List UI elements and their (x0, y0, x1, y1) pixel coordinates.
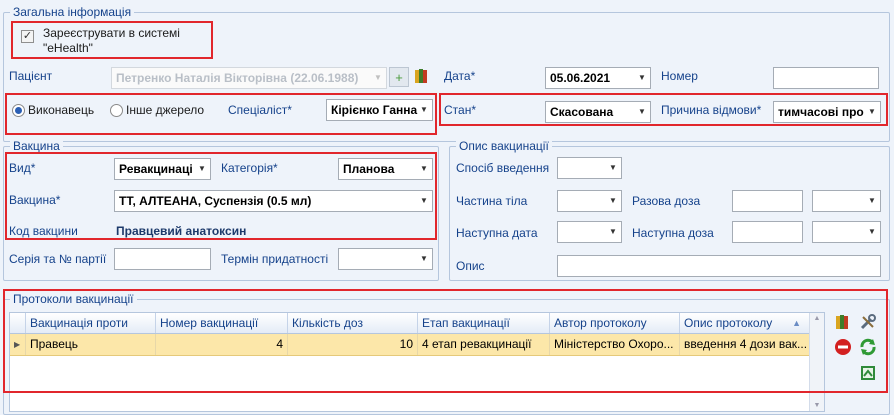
expiry-label: Термін придатності (221, 252, 329, 266)
vaccine-combobox[interactable]: ТТ, АЛТЕАНА, Суспензія (0.5 мл) ▼ (114, 190, 433, 212)
register-ehealth-checkbox[interactable]: ✓ (21, 30, 34, 43)
column-indicator (10, 313, 26, 333)
type-label: Вид* (9, 161, 36, 175)
scroll-up-icon[interactable]: ▲ (810, 315, 824, 322)
category-combobox[interactable]: Планова ▼ (338, 158, 433, 180)
tools-icon[interactable] (858, 313, 878, 333)
chevron-down-icon: ▼ (198, 164, 206, 173)
code-value: Правцевий анатоксин (116, 224, 247, 238)
general-info-legend: Загальна інформація (10, 5, 135, 19)
export-icon[interactable] (858, 364, 878, 384)
chevron-down-icon: ▼ (868, 227, 876, 236)
method-label: Спосіб введення (456, 161, 550, 175)
column-header-vaccination-stage[interactable]: Етап вакцинації (418, 313, 550, 333)
table-cell: Міністерство Охоро... (550, 334, 680, 355)
next-dose-label: Наступна доза (632, 226, 714, 240)
chevron-down-icon: ▼ (420, 105, 428, 114)
single-dose-input[interactable] (732, 190, 803, 212)
next-date-label: Наступна дата (456, 226, 538, 240)
specialist-label: Спеціаліст* (228, 103, 292, 117)
body-part-label: Частина тіла (456, 194, 528, 208)
chevron-down-icon: ▼ (868, 196, 876, 205)
body-part-combobox[interactable]: ▼ (557, 190, 622, 212)
code-label: Код вакцини (9, 224, 78, 238)
chevron-down-icon: ▼ (609, 163, 617, 172)
reject-reason-combobox[interactable]: тимчасові про ▼ (773, 101, 881, 123)
chevron-down-icon: ▼ (868, 107, 876, 116)
description-legend: Опис вакцинації (456, 139, 552, 153)
column-header-dose-count[interactable]: Кількість доз (288, 313, 418, 333)
expiry-picker[interactable]: ▼ (338, 248, 433, 270)
batch-label: Серія та № партії (9, 252, 107, 266)
table-cell: Правець (26, 334, 156, 355)
delete-icon[interactable] (833, 338, 853, 358)
next-date-picker[interactable]: ▼ (557, 221, 622, 243)
refresh-icon[interactable] (858, 338, 878, 358)
protocols-table-header: Вакцинація проти Номер вакцинації Кількі… (10, 313, 824, 334)
date-label: Дата* (444, 69, 476, 83)
protocols-legend: Протоколи вакцинації (10, 292, 137, 306)
type-value: Ревакцинаці (119, 162, 193, 176)
category-value: Планова (343, 162, 395, 176)
row-indicator-icon: ▶ (10, 334, 26, 355)
status-value: Скасована (550, 105, 614, 119)
chevron-down-icon: ▼ (374, 73, 382, 82)
patient-value: Петренко Наталія Вікторівна (22.06.1988) (116, 71, 359, 85)
number-label: Номер (661, 69, 698, 83)
column-header-protocol-description-label: Опис протоколу (684, 316, 773, 330)
desc-input[interactable] (557, 255, 881, 277)
specialist-value: Кірієнко Ганна (331, 103, 418, 117)
patient-book-icon[interactable] (412, 67, 432, 87)
status-combobox[interactable]: Скасована ▼ (545, 101, 651, 123)
chevron-down-icon: ▼ (638, 107, 646, 116)
reject-reason-value: тимчасові про (778, 105, 864, 119)
patient-label: Пацієнт (9, 69, 53, 83)
sort-ascending-icon: ▲ (792, 318, 801, 328)
chevron-down-icon: ▼ (420, 164, 428, 173)
category-label: Категорія* (221, 161, 278, 175)
table-cell: 10 (288, 334, 418, 355)
single-dose-unit-combobox[interactable]: ▼ (812, 190, 881, 212)
column-header-vaccination-number[interactable]: Номер вакцинації (156, 313, 288, 333)
column-header-protocol-author[interactable]: Автор протоколу (550, 313, 680, 333)
date-picker[interactable]: 05.06.2021 ▼ (545, 67, 651, 89)
next-dose-input[interactable] (732, 221, 803, 243)
specialist-combobox[interactable]: Кірієнко Ганна ▼ (326, 99, 433, 121)
vaccine-legend: Вакцина (10, 139, 63, 153)
number-input[interactable] (773, 67, 879, 89)
table-cell: 4 (156, 334, 288, 355)
performer-radio[interactable] (12, 104, 25, 117)
table-scrollbar[interactable]: ▲ ▼ (809, 313, 824, 411)
chevron-down-icon: ▼ (609, 227, 617, 236)
desc-label: Опис (456, 259, 485, 273)
table-cell: 4 етап ревакцинації (418, 334, 550, 355)
table-row[interactable]: ▶ Правець 4 10 4 етап ревакцинації Мініс… (10, 334, 824, 356)
vaccine-value: ТТ, АЛТЕАНА, Суспензія (0.5 мл) (119, 194, 312, 208)
register-ehealth-label: Зареєструвати в системі "eHealth" (43, 26, 180, 55)
other-source-label: Інше джерело (126, 103, 205, 117)
other-source-radio[interactable] (110, 104, 123, 117)
patient-add-icon[interactable]: + (389, 67, 409, 87)
patient-combobox[interactable]: Петренко Наталія Вікторівна (22.06.1988)… (111, 67, 387, 89)
vaccine-label: Вакцина* (9, 193, 61, 207)
single-dose-label: Разова доза (632, 194, 701, 208)
performer-label: Виконавець (28, 103, 95, 117)
scroll-down-icon[interactable]: ▼ (810, 402, 824, 409)
reject-reason-label: Причина відмови* (661, 103, 762, 117)
chevron-down-icon: ▼ (638, 73, 646, 82)
book-icon[interactable] (833, 313, 853, 333)
method-combobox[interactable]: ▼ (557, 157, 622, 179)
chevron-down-icon: ▼ (420, 196, 428, 205)
chevron-down-icon: ▼ (609, 196, 617, 205)
type-combobox[interactable]: Ревакцинаці ▼ (114, 158, 211, 180)
next-dose-unit-combobox[interactable]: ▼ (812, 221, 881, 243)
column-header-protocol-description[interactable]: Опис протоколу ▲ (680, 313, 810, 333)
chevron-down-icon: ▼ (420, 254, 428, 263)
protocols-table[interactable]: Вакцинація проти Номер вакцинації Кількі… (9, 312, 825, 412)
table-cell: введення 4 дози вак... (680, 334, 810, 355)
column-header-vaccination-against[interactable]: Вакцинація проти (26, 313, 156, 333)
status-label: Стан* (444, 103, 476, 117)
date-value: 05.06.2021 (550, 71, 611, 85)
batch-input[interactable] (114, 248, 211, 270)
